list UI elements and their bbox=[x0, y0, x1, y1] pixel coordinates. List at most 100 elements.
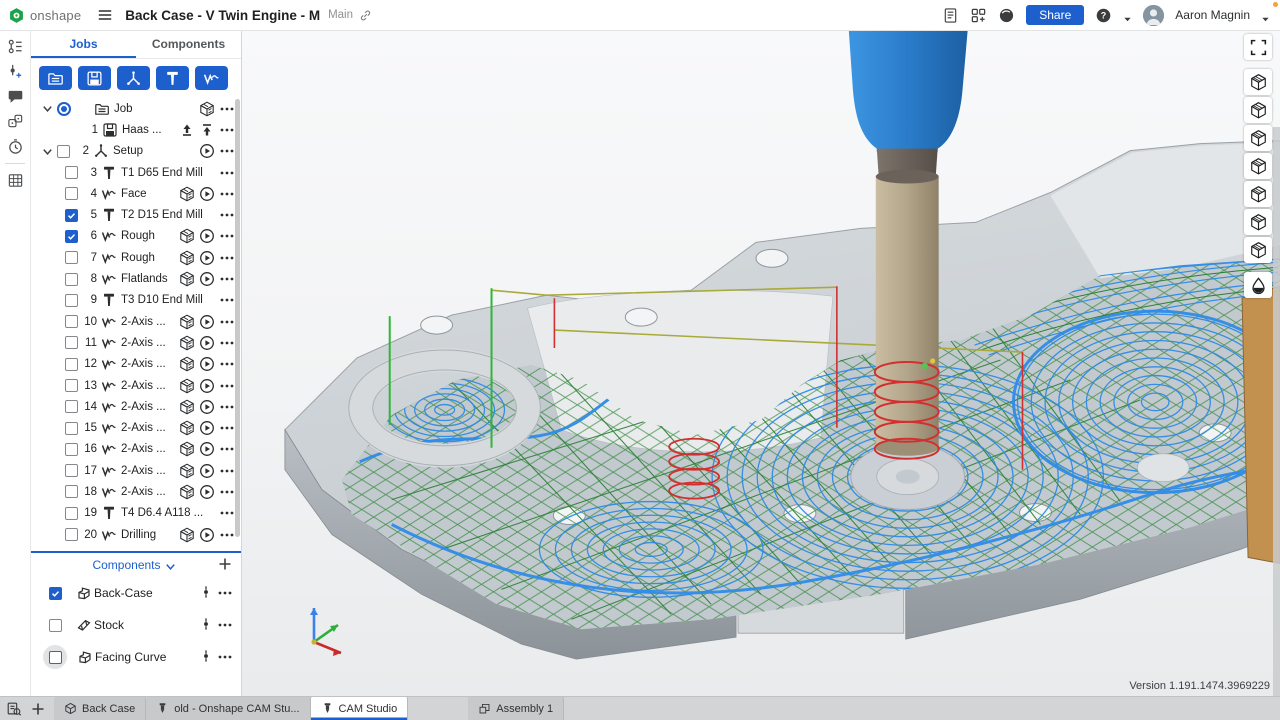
add-component-button[interactable] bbox=[217, 556, 233, 572]
play-button[interactable] bbox=[199, 420, 215, 436]
cam-3d-viewport[interactable]: Version 1.191.1474.3969229 bbox=[242, 31, 1280, 696]
more-menu-button[interactable] bbox=[219, 463, 235, 479]
simulate-icon[interactable] bbox=[179, 314, 195, 330]
user-menu-caret-icon[interactable] bbox=[1261, 11, 1270, 20]
more-menu-button[interactable] bbox=[219, 378, 235, 394]
browse-tabs-icon[interactable] bbox=[6, 701, 22, 717]
panel-tab-jobs[interactable]: Jobs bbox=[31, 31, 136, 58]
tree-row-job[interactable]: Job bbox=[31, 98, 241, 119]
tree-row-9[interactable]: 9T3 D10 End Mill bbox=[31, 290, 241, 311]
view-cube-button-3[interactable] bbox=[1244, 125, 1272, 151]
play-button[interactable] bbox=[199, 399, 215, 415]
app-store-icon[interactable] bbox=[970, 7, 987, 24]
section-drop-button[interactable] bbox=[1244, 272, 1272, 298]
visibility-checkbox[interactable] bbox=[65, 294, 78, 307]
more-menu-button[interactable] bbox=[219, 484, 235, 500]
tree-row-17[interactable]: 172-Axis ... bbox=[31, 460, 241, 481]
more-menu-button[interactable] bbox=[219, 399, 235, 415]
components-header[interactable]: Components bbox=[31, 553, 241, 577]
more-menu-button[interactable] bbox=[217, 649, 233, 665]
tree-row-2[interactable]: 2Setup bbox=[31, 141, 241, 162]
play-button[interactable] bbox=[199, 378, 215, 394]
more-menu-button[interactable] bbox=[219, 207, 235, 223]
avatar[interactable] bbox=[1143, 5, 1164, 26]
tree-row-3[interactable]: 3T1 D65 End Mill bbox=[31, 162, 241, 183]
machine-button[interactable] bbox=[78, 66, 111, 90]
learning-center-icon[interactable] bbox=[998, 7, 1015, 24]
tree-row-19[interactable]: 19T4 D6.4 A118 ... bbox=[31, 503, 241, 524]
view-cube-button-6[interactable] bbox=[1244, 209, 1272, 235]
component-visibility-checkbox[interactable] bbox=[49, 651, 62, 664]
setup-button[interactable] bbox=[117, 66, 150, 90]
visibility-checkbox[interactable] bbox=[65, 230, 78, 243]
visibility-checkbox[interactable] bbox=[65, 358, 78, 371]
play-button[interactable] bbox=[199, 356, 215, 372]
component-row-facing-curve[interactable]: Facing Curve bbox=[31, 641, 241, 673]
view-cube-button-1[interactable] bbox=[1244, 69, 1272, 95]
history-icon[interactable] bbox=[7, 138, 24, 155]
more-menu-button[interactable] bbox=[219, 143, 235, 159]
configurations-icon[interactable] bbox=[7, 63, 24, 80]
play-button[interactable] bbox=[199, 335, 215, 351]
user-name[interactable]: Aaron Magnin bbox=[1175, 8, 1250, 22]
tree-row-8[interactable]: 8Flatlands bbox=[31, 268, 241, 289]
tables-icon[interactable] bbox=[7, 172, 24, 189]
chevron-down-icon[interactable] bbox=[41, 145, 54, 158]
tree-row-14[interactable]: 142-Axis ... bbox=[31, 396, 241, 417]
play-button[interactable] bbox=[199, 463, 215, 479]
component-visibility-checkbox[interactable] bbox=[49, 587, 62, 600]
tree-row-10[interactable]: 102-Axis ... bbox=[31, 311, 241, 332]
component-row-back-case[interactable]: Back-Case bbox=[31, 577, 241, 609]
doc-tab-old-onshape-cam-stu-[interactable]: old - Onshape CAM Stu... bbox=[146, 697, 310, 720]
simulate-icon[interactable] bbox=[179, 441, 195, 457]
simulate-icon[interactable] bbox=[179, 420, 195, 436]
opacity-slider-icon[interactable] bbox=[199, 649, 213, 665]
more-menu-button[interactable] bbox=[217, 617, 233, 633]
visibility-checkbox[interactable] bbox=[65, 528, 78, 541]
active-job-radio[interactable] bbox=[57, 102, 71, 116]
share-button[interactable]: Share bbox=[1026, 5, 1084, 25]
simulate-icon[interactable] bbox=[179, 527, 195, 543]
component-row-stock[interactable]: Stock bbox=[31, 609, 241, 641]
play-button[interactable] bbox=[199, 271, 215, 287]
play-button[interactable] bbox=[199, 314, 215, 330]
help-caret-icon[interactable] bbox=[1123, 11, 1132, 20]
tree-row-13[interactable]: 132-Axis ... bbox=[31, 375, 241, 396]
cam-3d-scene[interactable] bbox=[242, 31, 1280, 696]
opacity-slider-icon[interactable] bbox=[199, 617, 213, 633]
visibility-checkbox[interactable] bbox=[57, 145, 70, 158]
link-icon[interactable] bbox=[359, 9, 372, 22]
post-process-icon[interactable] bbox=[179, 122, 195, 138]
opacity-slider-icon[interactable] bbox=[199, 585, 213, 601]
workspace-label[interactable]: Main bbox=[328, 9, 353, 21]
help-icon[interactable]: ? bbox=[1095, 7, 1112, 24]
visibility-checkbox[interactable] bbox=[65, 507, 78, 520]
view-cube-button-4[interactable] bbox=[1244, 153, 1272, 179]
more-menu-button[interactable] bbox=[217, 585, 233, 601]
view-cube-button-2[interactable] bbox=[1244, 97, 1272, 123]
tree-row-15[interactable]: 152-Axis ... bbox=[31, 417, 241, 438]
tree-row-18[interactable]: 182-Axis ... bbox=[31, 481, 241, 502]
operation-button[interactable] bbox=[195, 66, 228, 90]
simulate-icon[interactable] bbox=[179, 463, 195, 479]
more-menu-button[interactable] bbox=[219, 101, 235, 117]
play-button[interactable] bbox=[199, 527, 215, 543]
visibility-checkbox[interactable] bbox=[65, 273, 78, 286]
visibility-checkbox[interactable] bbox=[65, 443, 78, 456]
tree-row-1[interactable]: 1Haas ... bbox=[31, 119, 241, 140]
simulate-icon[interactable] bbox=[179, 186, 195, 202]
simulate-icon[interactable] bbox=[179, 378, 195, 394]
doc-tab-cam-studio[interactable]: CAM Studio bbox=[311, 697, 409, 720]
visibility-checkbox[interactable] bbox=[65, 379, 78, 392]
visibility-checkbox[interactable] bbox=[65, 422, 78, 435]
more-menu-button[interactable] bbox=[219, 122, 235, 138]
simulate-icon[interactable] bbox=[179, 228, 195, 244]
more-menu-button[interactable] bbox=[219, 250, 235, 266]
play-button[interactable] bbox=[199, 228, 215, 244]
more-menu-button[interactable] bbox=[219, 292, 235, 308]
more-menu-button[interactable] bbox=[219, 356, 235, 372]
simulate-icon[interactable] bbox=[199, 101, 215, 117]
tree-row-7[interactable]: 7Rough bbox=[31, 247, 241, 268]
tree-row-5[interactable]: 5T2 D15 End Mill bbox=[31, 204, 241, 225]
play-button[interactable] bbox=[199, 441, 215, 457]
